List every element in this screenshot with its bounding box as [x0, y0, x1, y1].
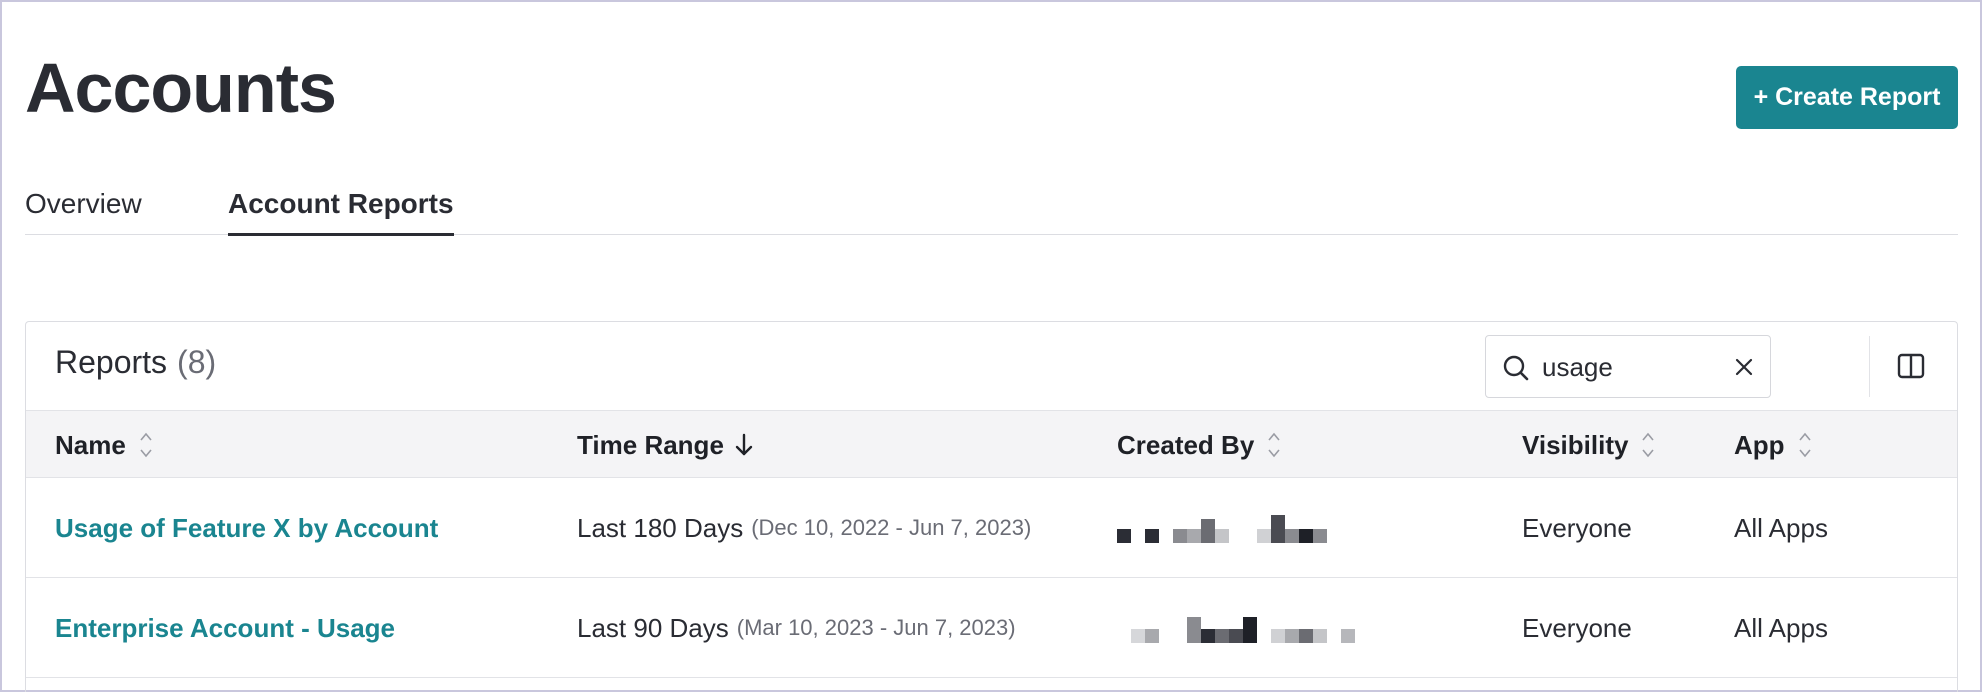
app-value: All Apps: [1734, 612, 1828, 643]
sort-icon: [1268, 432, 1280, 458]
search-box[interactable]: [1485, 335, 1771, 398]
table-row[interactable]: Enterprise Account - Usage Last 90 Days (…: [26, 578, 1957, 678]
redacted-avatar-name: [1117, 613, 1357, 643]
visibility-value: Everyone: [1522, 512, 1632, 543]
search-input[interactable]: [1542, 348, 1722, 386]
column-header-name[interactable]: Name: [55, 411, 154, 479]
table-header: Name Time Range Created By Visibility Ap…: [26, 410, 1957, 478]
app-value: All Apps: [1734, 512, 1828, 543]
created-by-cell: [1117, 478, 1337, 578]
time-range-label: Last 180 Days: [577, 512, 744, 543]
arrow-down-icon: [735, 433, 753, 456]
toolbar-divider: [1869, 336, 1870, 397]
column-header-label: Created By: [1117, 429, 1255, 460]
tab-overview[interactable]: Overview: [25, 183, 142, 235]
report-name-link[interactable]: Enterprise Account - Usage: [55, 613, 395, 644]
reports-count: (8): [177, 344, 217, 380]
redacted-avatar-name: [1117, 513, 1337, 543]
columns-icon[interactable]: [1897, 352, 1925, 380]
reports-title: Reports: [55, 344, 168, 380]
create-report-button[interactable]: + Create Report: [1736, 66, 1958, 129]
column-header-created-by[interactable]: Created By: [1117, 411, 1282, 479]
column-header-time-range[interactable]: Time Range: [577, 411, 754, 479]
column-header-label: Name: [55, 429, 126, 460]
created-by-cell: [1117, 578, 1357, 678]
column-header-label: App: [1734, 429, 1785, 460]
sort-icon: [1642, 432, 1655, 458]
close-icon[interactable]: [1733, 356, 1755, 378]
search-icon: [1503, 355, 1529, 381]
time-range-cell: Last 90 Days (Mar 10, 2023 - Jun 7, 2023): [577, 578, 1016, 678]
table-row[interactable]: Usage of Feature X by Account Last 180 D…: [26, 478, 1957, 578]
time-range-dates: (Dec 10, 2022 - Jun 7, 2023): [751, 515, 1032, 540]
report-name-link[interactable]: Usage of Feature X by Account: [55, 513, 438, 544]
visibility-value: Everyone: [1522, 612, 1632, 643]
page-title: Accounts: [25, 49, 337, 127]
tab-account-reports[interactable]: Account Reports: [228, 183, 454, 236]
sort-icon: [1798, 432, 1811, 458]
column-header-label: Time Range: [577, 429, 724, 460]
time-range-dates: (Mar 10, 2023 - Jun 7, 2023): [736, 615, 1016, 640]
time-range-label: Last 90 Days: [577, 612, 729, 643]
reports-panel: Reports(8) Name Time Range: [25, 321, 1958, 692]
tab-bar: Overview Account Reports: [25, 183, 1958, 236]
panel-title: Reports (8): [55, 344, 216, 381]
column-header-label: Visibility: [1522, 429, 1629, 460]
column-header-visibility[interactable]: Visibility: [1522, 411, 1656, 479]
column-header-app[interactable]: App: [1734, 411, 1813, 479]
time-range-cell: Last 180 Days (Dec 10, 2022 - Jun 7, 2023…: [577, 478, 1031, 578]
sort-icon: [140, 432, 152, 458]
